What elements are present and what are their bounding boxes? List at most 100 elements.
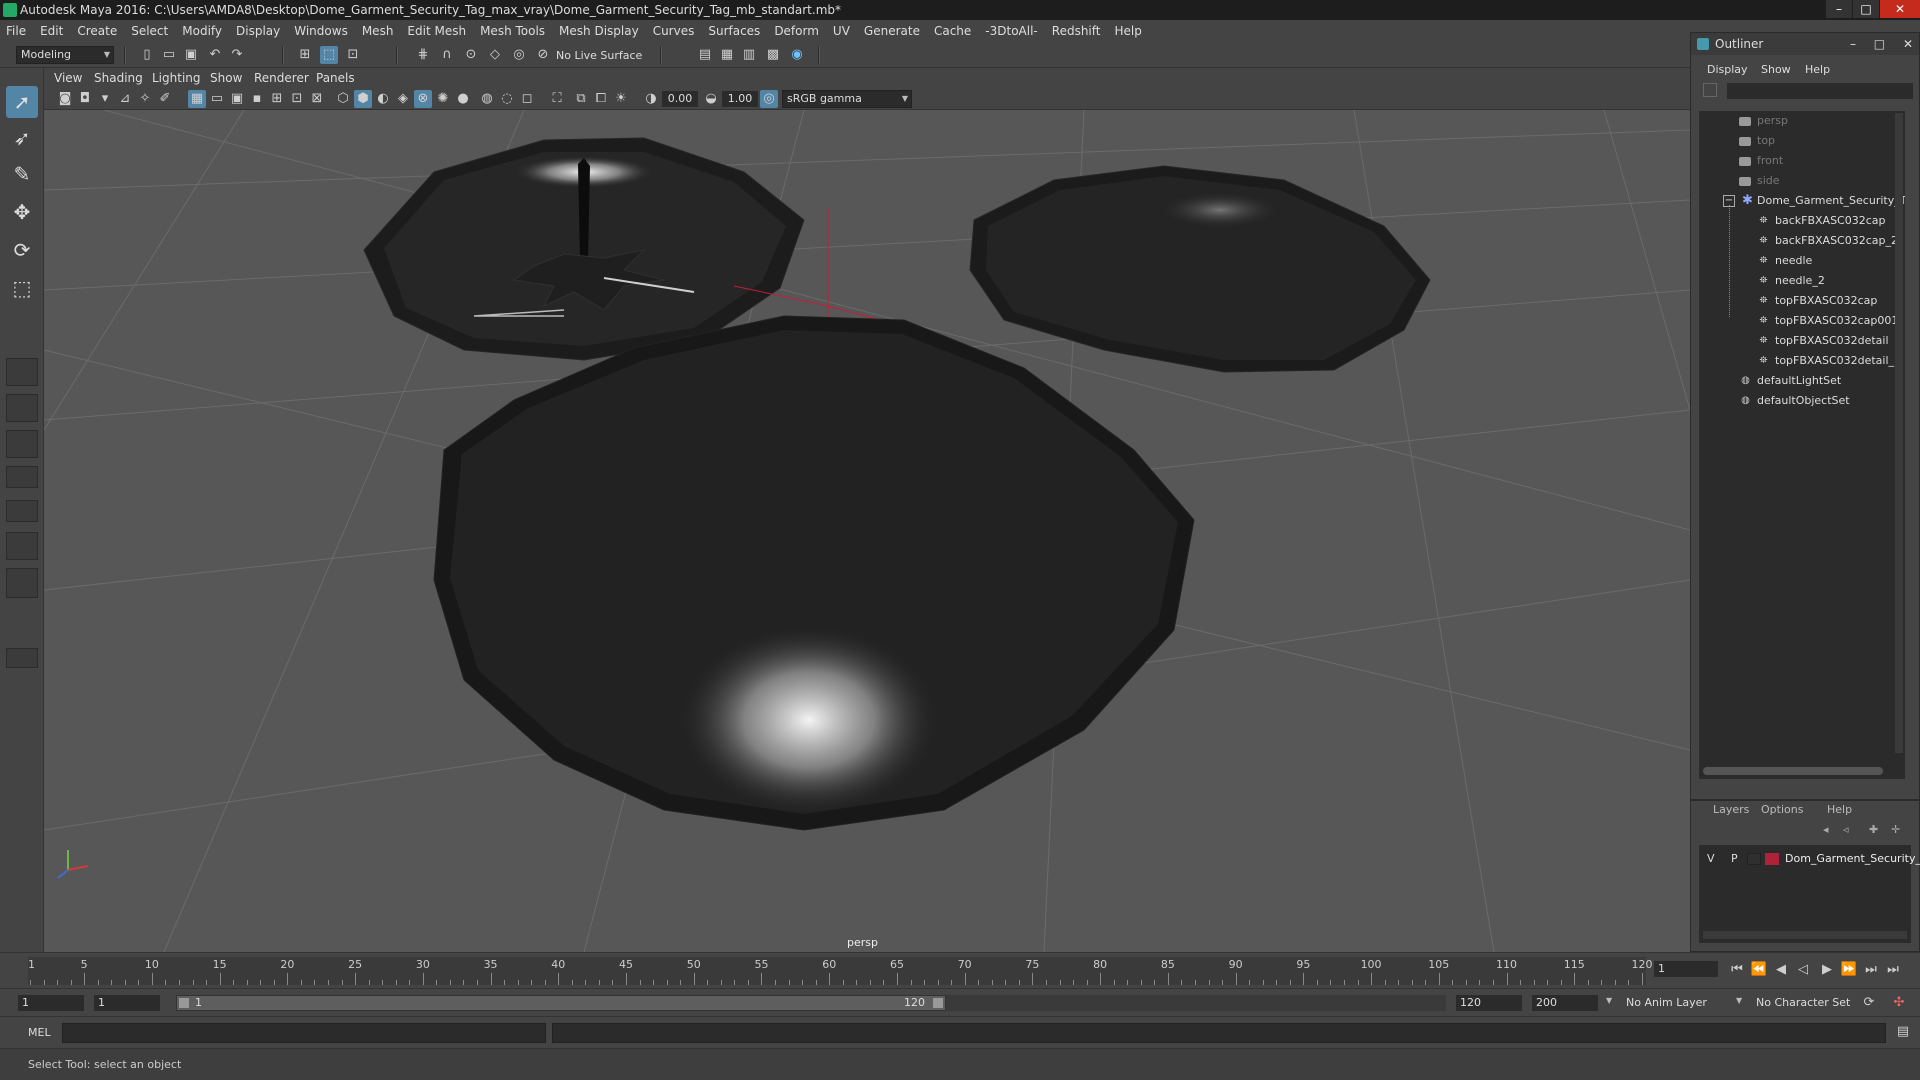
undo-icon[interactable]: ↶ bbox=[206, 46, 224, 64]
vp-menu-shading[interactable]: Shading bbox=[94, 71, 143, 85]
outliner-maximize-button[interactable]: □ bbox=[1874, 37, 1885, 51]
outliner-menu-display[interactable]: Display bbox=[1707, 63, 1748, 76]
outliner-item-persp[interactable]: persp bbox=[1699, 111, 1905, 131]
snap-grid-icon[interactable]: ⋕ bbox=[414, 46, 432, 64]
render-settings-icon[interactable]: ▩ bbox=[764, 46, 782, 64]
menu-mesh[interactable]: Mesh bbox=[362, 24, 394, 38]
camera-attr-icon[interactable]: ◘ bbox=[76, 90, 94, 108]
goto-end-icon[interactable]: ⏭ bbox=[1884, 961, 1902, 979]
outliner-menu-show[interactable]: Show bbox=[1761, 63, 1791, 76]
xray-components-icon[interactable]: ⧠ bbox=[592, 90, 610, 108]
time-slider[interactable]: 1 5 10 15 20 25 30 35 40 45 50 55 60 65 70 75 80 85 90 95 1… bbox=[0, 952, 1920, 988]
outliner-item-child[interactable]: ⛯ backFBXASC032cap_2 bbox=[1699, 231, 1905, 251]
anti-aliasing-icon[interactable]: ◻ bbox=[518, 90, 536, 108]
select-component-icon[interactable]: ⊡ bbox=[344, 46, 362, 64]
goto-start-icon[interactable]: ⏮ bbox=[1728, 961, 1746, 979]
gamma-toggle-icon[interactable]: ◒ bbox=[702, 90, 720, 108]
step-back-key-icon[interactable]: ⏪ bbox=[1750, 961, 1768, 979]
live-surface-icon[interactable]: ⊘ bbox=[534, 46, 552, 64]
select-object-icon[interactable]: ⬚ bbox=[320, 46, 338, 64]
outliner-layout-icon[interactable] bbox=[6, 466, 38, 488]
anim-start-field[interactable]: 1 bbox=[18, 995, 84, 1011]
uv-layout-icon[interactable] bbox=[6, 568, 38, 598]
close-button[interactable]: ✕ bbox=[1880, 0, 1920, 18]
menu-cache[interactable]: Cache bbox=[934, 24, 971, 38]
range-slider-track[interactable] bbox=[946, 995, 1446, 1011]
ipr-render-icon[interactable]: ▥ bbox=[740, 46, 758, 64]
menu-3dtoall[interactable]: -3DtoAll- bbox=[985, 24, 1037, 38]
use-all-lights-icon[interactable]: ✺ bbox=[434, 90, 452, 108]
menu-edit[interactable]: Edit bbox=[40, 24, 63, 38]
open-scene-icon[interactable]: ▭ bbox=[160, 46, 178, 64]
step-forward-key-icon[interactable]: ⏭ bbox=[1862, 961, 1880, 979]
menu-display[interactable]: Display bbox=[236, 24, 280, 38]
menu-curves[interactable]: Curves bbox=[653, 24, 695, 38]
new-layer-icon[interactable]: ✚ bbox=[1869, 823, 1878, 836]
outliner-close-button[interactable]: ✕ bbox=[1903, 37, 1913, 51]
snap-curve-icon[interactable]: ∩ bbox=[438, 46, 456, 64]
vp-menu-panels[interactable]: Panels bbox=[316, 71, 355, 85]
layer-row[interactable]: V P Dom_Garment_Security_Tag bbox=[1699, 849, 1920, 869]
playback-start-field[interactable]: 1 bbox=[94, 995, 160, 1011]
new-scene-icon[interactable]: ▯ bbox=[138, 46, 156, 64]
field-chart-icon[interactable]: ⊞ bbox=[268, 90, 286, 108]
wireframe-on-shaded-icon[interactable]: ◐ bbox=[374, 90, 392, 108]
play-backward-icon[interactable]: ◁ bbox=[1794, 961, 1812, 979]
layer-move-down-icon[interactable]: ◃ bbox=[1843, 823, 1849, 836]
range-slider[interactable]: 1 120 bbox=[176, 995, 946, 1011]
shadows-icon[interactable]: ● bbox=[454, 90, 472, 108]
outliner-item-child[interactable]: ⛯ backFBXASC032cap bbox=[1699, 211, 1905, 231]
isolate-select-icon[interactable]: ⛶ bbox=[548, 90, 566, 108]
outliner-minimize-button[interactable]: – bbox=[1850, 37, 1856, 51]
layer-hscrollbar[interactable] bbox=[1703, 931, 1907, 939]
step-back-frame-icon[interactable]: ◀ bbox=[1772, 961, 1790, 979]
character-set-dropdown[interactable]: No Character Set bbox=[1752, 995, 1868, 1011]
select-tool-icon[interactable]: ➚ bbox=[6, 86, 38, 118]
vp-menu-renderer[interactable]: Renderer bbox=[254, 71, 309, 85]
safe-action-icon[interactable]: ⊡ bbox=[288, 90, 306, 108]
time-ruler[interactable]: 1 5 10 15 20 25 30 35 40 45 50 55 60 65 70 75 80 85 90 95 1… bbox=[28, 957, 1653, 985]
outliner-menu-help[interactable]: Help bbox=[1805, 63, 1830, 76]
side-by-side-layout-icon[interactable] bbox=[6, 430, 38, 458]
menu-mesh-display[interactable]: Mesh Display bbox=[559, 24, 639, 38]
smooth-shade-icon[interactable]: ⬢ bbox=[354, 90, 372, 108]
playback-end-field[interactable]: 120 bbox=[1456, 995, 1522, 1011]
render-view-icon[interactable]: ▤ bbox=[696, 46, 714, 64]
image-plane-icon[interactable]: ⊿ bbox=[116, 90, 134, 108]
menu-file[interactable]: File bbox=[6, 24, 26, 38]
gamma-field[interactable]: 1.00 bbox=[722, 91, 758, 107]
layers-menu-layers[interactable]: Layers bbox=[1713, 803, 1749, 816]
xray-icon[interactable]: ⊗ bbox=[414, 90, 432, 108]
grid-icon[interactable]: ▦ bbox=[188, 90, 206, 108]
outliner-item-front[interactable]: front bbox=[1699, 151, 1905, 171]
outliner-item-top[interactable]: top bbox=[1699, 131, 1905, 151]
lasso-tool-icon[interactable]: ➶ bbox=[6, 122, 38, 154]
outliner-vscrollbar[interactable] bbox=[1895, 113, 1903, 753]
outliner-item-child[interactable]: ⛯ topFBXASC032detail_1 bbox=[1699, 351, 1905, 371]
auto-key-icon[interactable]: ⟳ bbox=[1860, 994, 1878, 1012]
outliner-search-input[interactable] bbox=[1727, 83, 1913, 99]
motion-blur-icon[interactable]: ◌ bbox=[498, 90, 516, 108]
hypershade-icon[interactable]: ◉ bbox=[788, 46, 806, 64]
camera-icon[interactable]: ◙ bbox=[56, 90, 74, 108]
outliner-item-child[interactable]: ⛯ topFBXASC032cap bbox=[1699, 291, 1905, 311]
redo-icon[interactable]: ↷ bbox=[228, 46, 246, 64]
safe-title-icon[interactable]: ⊠ bbox=[308, 90, 326, 108]
anim-end-field[interactable]: 200 bbox=[1532, 995, 1598, 1011]
xray-joints-icon[interactable]: ⧉ bbox=[572, 90, 590, 108]
menu-modify[interactable]: Modify bbox=[182, 24, 222, 38]
new-layer-selected-icon[interactable]: ✛ bbox=[1891, 823, 1900, 836]
bookmark-icon[interactable]: ▾ bbox=[96, 90, 114, 108]
2d-pan-icon[interactable]: ✧ bbox=[136, 90, 154, 108]
save-scene-icon[interactable]: ▣ bbox=[182, 46, 200, 64]
layers-menu-options[interactable]: Options bbox=[1761, 803, 1803, 816]
move-tool-icon[interactable]: ✥ bbox=[6, 196, 38, 228]
render-frame-icon[interactable]: ▦ bbox=[718, 46, 736, 64]
wireframe-icon[interactable]: ⬡ bbox=[334, 90, 352, 108]
select-hierarchy-icon[interactable]: ⊞ bbox=[296, 46, 314, 64]
command-input[interactable] bbox=[62, 1023, 546, 1043]
range-slider-end-handle[interactable] bbox=[933, 998, 943, 1008]
snap-point-icon[interactable]: ⊙ bbox=[462, 46, 480, 64]
screen-space-ao-icon[interactable]: ◍ bbox=[478, 90, 496, 108]
outliner-item-group[interactable]: − ✱ Dome_Garment_Security_Tag bbox=[1699, 191, 1905, 211]
